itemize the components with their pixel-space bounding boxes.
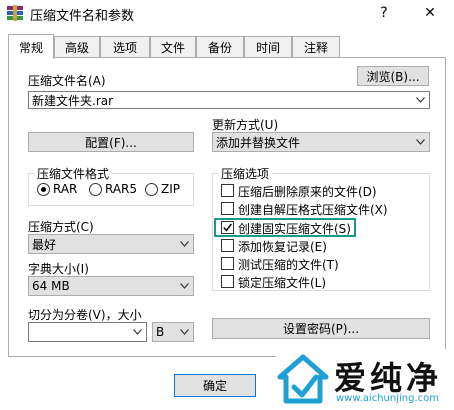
- title-bar: 压缩文件名和参数 ? ✕: [0, 0, 454, 26]
- checkbox-solid-label: 创建固实压缩文件(S): [238, 222, 351, 236]
- checkbox-delete-after-label: 压缩后删除原来的文件(D): [238, 185, 377, 199]
- ok-button[interactable]: 确定: [174, 374, 256, 397]
- browse-button[interactable]: 浏览(B)...: [357, 66, 429, 86]
- tab-options[interactable]: 选项: [100, 36, 150, 58]
- tab-advanced[interactable]: 高级: [54, 36, 100, 58]
- radio-zip-label: ZIP: [161, 182, 180, 196]
- window-title: 压缩文件名和参数: [30, 9, 135, 24]
- tab-time[interactable]: 时间: [244, 36, 292, 58]
- archive-name-combo[interactable]: 新建文件夹.rar: [28, 91, 430, 109]
- checkbox-sfx[interactable]: [221, 202, 234, 215]
- update-mode-select[interactable]: 添加并替换文件: [212, 132, 430, 152]
- chevron-down-icon[interactable]: [413, 133, 427, 151]
- checkbox-sfx-label: 创建自解压格式压缩文件(X): [238, 203, 388, 217]
- checkbox-test[interactable]: [221, 257, 234, 270]
- chevron-down-icon[interactable]: [177, 277, 191, 295]
- checkbox-recovery-label: 添加恢复记录(E): [238, 240, 327, 254]
- tab-files[interactable]: 文件: [150, 36, 196, 58]
- close-button[interactable]: ✕: [410, 0, 450, 26]
- radio-rar5[interactable]: [89, 183, 102, 196]
- radio-zip[interactable]: [145, 183, 158, 196]
- checkmark-icon: [223, 223, 232, 232]
- compression-method-label: 压缩方式(C): [28, 220, 94, 234]
- split-unit-select[interactable]: B: [152, 322, 194, 342]
- watermark: 爱纯净 www.aichunjing.com: [276, 349, 454, 410]
- split-size-combo[interactable]: [28, 322, 147, 342]
- chevron-down-icon[interactable]: [177, 235, 191, 253]
- set-password-button[interactable]: 设置密码(P)...: [212, 318, 430, 339]
- checkbox-test-label: 测试压缩的文件(T): [238, 258, 339, 272]
- compression-method-select[interactable]: 最好: [28, 234, 194, 254]
- archive-name-label: 压缩文件名(A): [28, 74, 106, 88]
- archive-options-legend: 压缩选项: [218, 165, 273, 182]
- dictionary-size-select[interactable]: 64 MB: [28, 276, 194, 296]
- split-unit-value: B: [156, 325, 165, 339]
- dictionary-size-value: 64 MB: [32, 279, 70, 293]
- watermark-url: www.aichunjing.com: [336, 393, 439, 404]
- checkbox-lock[interactable]: [221, 275, 234, 288]
- archive-format-legend: 压缩文件格式: [34, 165, 113, 182]
- help-button[interactable]: ?: [364, 0, 404, 26]
- tab-comment[interactable]: 注释: [292, 36, 340, 58]
- split-volumes-label: 切分为分卷(V)，大小: [28, 308, 142, 322]
- chevron-down-icon[interactable]: [177, 323, 191, 341]
- winrar-app-icon: [6, 4, 24, 22]
- chevron-down-icon[interactable]: [413, 92, 427, 108]
- radio-rar5-label: RAR5: [105, 182, 138, 196]
- house-logo-icon: [277, 354, 329, 404]
- chevron-down-icon[interactable]: [130, 323, 144, 341]
- checkbox-lock-label: 锁定压缩文件(L): [238, 276, 327, 290]
- tab-general[interactable]: 常规: [8, 34, 54, 59]
- update-mode-value: 添加并替换文件: [216, 135, 301, 150]
- compression-method-value: 最好: [32, 237, 57, 252]
- profile-button[interactable]: 配置(F)...: [28, 132, 194, 152]
- archive-name-value: 新建文件夹.rar: [32, 93, 114, 108]
- radio-rar-label: RAR: [53, 182, 78, 196]
- checkbox-delete-after[interactable]: [221, 184, 234, 197]
- update-mode-label: 更新方式(U): [212, 118, 279, 132]
- tab-backup[interactable]: 备份: [196, 36, 244, 58]
- checkbox-recovery[interactable]: [221, 239, 234, 252]
- checkbox-solid[interactable]: [221, 221, 234, 234]
- dictionary-size-label: 字典大小(I): [28, 262, 89, 276]
- radio-rar[interactable]: [37, 183, 50, 196]
